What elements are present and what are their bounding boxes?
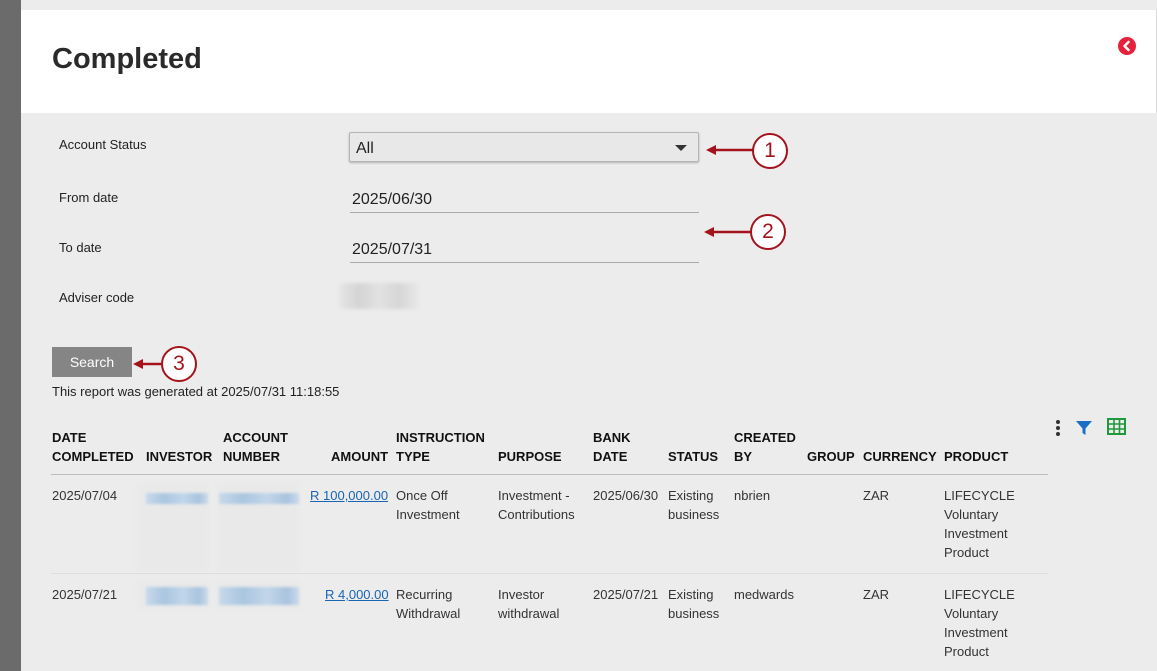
- annotation-marker-1: 1: [752, 133, 788, 169]
- table-header-divider: [51, 474, 1048, 475]
- cell-date-completed: 2025/07/04: [52, 488, 118, 503]
- cell-amount[interactable]: R 100,000.00: [310, 486, 388, 505]
- search-button[interactable]: Search: [52, 347, 132, 377]
- col-header-created-by[interactable]: CREATED BY: [734, 428, 796, 466]
- account-number-redacted: [219, 493, 299, 504]
- account-status-select[interactable]: All: [349, 132, 699, 162]
- col-header-date-completed[interactable]: DATE COMPLETED: [52, 428, 134, 466]
- col-header-amount[interactable]: AMOUNT: [331, 447, 388, 466]
- account-number-redacted: [219, 587, 299, 605]
- cell-purpose: Investment - Contributions: [498, 488, 575, 522]
- adviser-code-label: Adviser code: [59, 290, 135, 305]
- cell-status: Existing business: [668, 488, 720, 522]
- more-options-icon[interactable]: [1054, 419, 1062, 442]
- cell-currency: ZAR: [863, 587, 889, 602]
- amount-link[interactable]: R 4,000.00: [325, 587, 389, 602]
- cell-amount[interactable]: R 4,000.00: [325, 585, 389, 604]
- spreadsheet-export-icon[interactable]: [1107, 418, 1126, 440]
- from-date-value: 2025/06/30: [352, 191, 433, 208]
- cell-bank-date: 2025/07/21: [593, 587, 659, 602]
- report-generated-note: This report was generated at 2025/07/31 …: [52, 384, 340, 399]
- to-date-value: 2025/07/31: [352, 241, 433, 258]
- left-sidebar-strip: [0, 0, 21, 671]
- annotation-marker-2: 2: [750, 214, 786, 250]
- cell-bank-date: 2025/06/30: [593, 488, 659, 503]
- adviser-code-redacted: [339, 283, 419, 309]
- cell-product: LIFECYCLE Voluntary Investment Product: [944, 587, 1015, 659]
- col-header-product[interactable]: PRODUCT: [944, 447, 1008, 466]
- to-date-label: To date: [59, 240, 102, 255]
- cell-instruction-type: Once Off Investment: [396, 488, 460, 522]
- annotation-arrow-2: [704, 227, 751, 237]
- cell-purpose: Investor withdrawal: [498, 587, 560, 621]
- annotation-arrow-1: [706, 145, 753, 155]
- cell-date-completed: 2025/07/21: [52, 587, 118, 602]
- close-panel-icon[interactable]: [1118, 37, 1136, 55]
- col-header-purpose[interactable]: PURPOSE: [498, 447, 562, 466]
- investor-redacted: [146, 587, 208, 605]
- col-header-investor[interactable]: INVESTOR: [146, 447, 212, 466]
- cell-created-by: nbrien: [734, 488, 771, 503]
- cell-currency: ZAR: [863, 488, 889, 503]
- from-date-input[interactable]: 2025/06/30: [350, 186, 699, 213]
- page-header: Completed: [21, 10, 1157, 113]
- col-header-currency[interactable]: CURRENCY: [863, 447, 937, 466]
- to-date-input[interactable]: 2025/07/31: [350, 236, 699, 263]
- col-header-instruction-type[interactable]: INSTRUCTION TYPE: [396, 428, 485, 466]
- cell-instruction-type: Recurring Withdrawal: [396, 587, 461, 621]
- col-header-status[interactable]: STATUS: [668, 447, 718, 466]
- filter-icon[interactable]: [1075, 419, 1093, 442]
- caret-down-icon: [675, 145, 687, 151]
- cell-created-by: medwards: [734, 587, 794, 602]
- account-status-label: Account Status: [59, 137, 147, 152]
- account-status-value: All: [356, 140, 374, 157]
- col-header-account-number[interactable]: ACCOUNT NUMBER: [223, 428, 288, 466]
- amount-link[interactable]: R 100,000.00: [310, 488, 388, 503]
- annotation-marker-3: 3: [161, 346, 197, 382]
- cell-product: LIFECYCLE Voluntary Investment Product: [944, 488, 1015, 560]
- page-title: Completed: [52, 43, 202, 75]
- col-header-bank-date[interactable]: BANK DATE: [593, 428, 631, 466]
- col-header-group[interactable]: GROUP: [807, 447, 855, 466]
- from-date-label: From date: [59, 190, 119, 205]
- row-divider: [51, 573, 1048, 574]
- cell-status: Existing business: [668, 587, 720, 621]
- report-body: Account Status All From date 2025/06/30 …: [21, 113, 1157, 671]
- investor-redacted: [146, 493, 208, 504]
